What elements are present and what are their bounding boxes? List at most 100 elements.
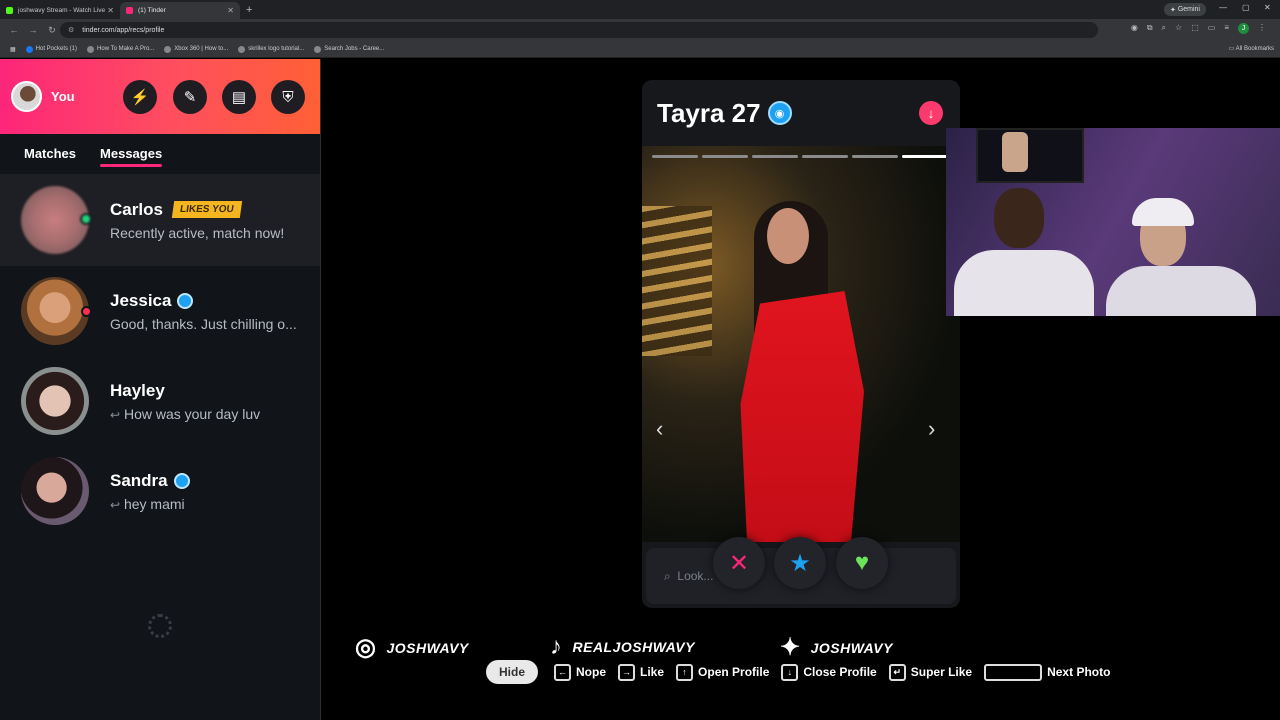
social-tiktok: ♪ REALJOSHWAVY — [550, 633, 695, 661]
tab-title: (1) Tinder — [138, 7, 166, 14]
globe-icon — [164, 45, 172, 53]
all-bookmarks-button[interactable]: ▭ All Bookmarks — [1229, 45, 1274, 52]
hotkey-open-profile: ↑ Open Profile — [676, 663, 769, 681]
new-tab-button[interactable]: + — [246, 4, 252, 16]
message-preview: ↩ How was your day luv — [110, 406, 260, 422]
all-bookmarks-label: All Bookmarks — [1235, 46, 1274, 52]
close-tab-icon[interactable]: ✕ — [227, 6, 234, 15]
menu-icon[interactable]: ⋮ — [1258, 23, 1266, 34]
address-bar-row: ← → ↻ ⚙ tinder.com/app/recs/profile — [0, 19, 1280, 41]
hotkey-next-photo: Next Photo — [984, 663, 1110, 681]
browser-tab-joshwavy[interactable]: joshwavy Stream - Watch Live o ✕ — [0, 2, 120, 19]
profile-photo[interactable]: ‹ › — [642, 146, 960, 542]
bookmark-item[interactable]: How To Make A Pro... — [87, 45, 154, 53]
conversation-item[interactable]: Sandra ↩ hey mami — [0, 446, 320, 536]
next-photo-icon[interactable]: › — [928, 416, 935, 442]
profile-card: Tayra 27 ◉ ↓ ‹ › ⌕ Look... — [642, 80, 960, 608]
window-close-icon[interactable]: ✕ — [1264, 3, 1271, 12]
enter-key-icon: ↵ — [888, 663, 906, 681]
bookmark-star-icon[interactable]: ☆ — [1175, 23, 1182, 34]
url-input[interactable]: ⚙ tinder.com/app/recs/profile — [60, 22, 1098, 38]
tab-messages[interactable]: Messages — [100, 146, 163, 167]
likes-you-badge: LIKES YOU — [171, 201, 242, 218]
down-arrow-key-icon: ↓ — [781, 663, 799, 681]
conversation-body: Sandra ↩ hey mami — [110, 471, 190, 512]
message-text: How was your day luv — [123, 405, 261, 422]
location-icon[interactable]: ◉ — [1131, 23, 1138, 34]
unread-indicator — [81, 306, 92, 317]
social-handle: JOSHWAVY — [386, 639, 469, 656]
bookmark-label: Xbox 360 | How to... — [174, 46, 229, 52]
my-avatar[interactable] — [11, 81, 42, 112]
close-profile-button[interactable]: ↓ — [919, 101, 943, 125]
my-profile-label[interactable]: You — [51, 89, 75, 104]
conversation-item[interactable]: Jessica Good, thanks. Just chilling o... — [0, 266, 320, 356]
previous-photo-icon[interactable]: ‹ — [656, 416, 663, 442]
forward-icon[interactable]: → — [28, 25, 38, 35]
bookmark-item[interactable]: Search Jobs - Caree... — [314, 45, 385, 53]
photo-progress-bars — [652, 155, 948, 158]
left-arrow-key-icon: ← — [554, 663, 572, 681]
instagram-icon: ◎ — [355, 634, 377, 661]
apps-icon[interactable]: ▦ — [10, 46, 16, 53]
hotkey-bar: Hide ← Nope → Like ↑ Open Profile ↓ Close Pr… — [486, 660, 1122, 684]
bookmark-item[interactable]: Xbox 360 | How to... — [164, 45, 229, 53]
profile-header: Tayra 27 ◉ ↓ — [642, 80, 960, 146]
facebook-icon — [25, 45, 33, 53]
person-head — [994, 188, 1044, 248]
zoom-icon[interactable]: ⌕ — [1162, 23, 1166, 34]
search-placeholder: Look... — [677, 569, 714, 583]
social-instagram: ◎ JOSHWAVY — [355, 633, 469, 662]
photo-verified-icon: ◉ — [767, 101, 792, 125]
twitter-icon: ✦ — [780, 634, 801, 661]
photo-indicator — [802, 155, 848, 158]
message-text: hey mami — [123, 495, 185, 512]
contact-name: Carlos — [110, 199, 163, 219]
boost-icon[interactable]: ⚡ — [123, 80, 157, 114]
minimize-icon[interactable]: — — [1219, 3, 1227, 12]
conversation-item[interactable]: Carlos LIKES YOU Recently active, match … — [0, 174, 320, 266]
like-button[interactable]: ♥ — [836, 537, 888, 589]
social-handle: JOSHWAVY — [810, 639, 893, 656]
super-like-button[interactable]: ★ — [774, 537, 826, 589]
profile-avatar[interactable]: J — [1238, 23, 1249, 34]
briefcase-icon[interactable]: ▤ — [222, 80, 256, 114]
shield-icon[interactable]: ⛨ — [271, 80, 305, 114]
person-body — [954, 250, 1094, 316]
globe-icon — [87, 45, 95, 53]
bookmark-label: Search Jobs - Caree... — [324, 46, 385, 52]
bookmark-item[interactable]: skrillex logo tutorial... — [238, 45, 304, 53]
sidebar-header: You ⚡ ✎ ▤ ⛨ — [0, 59, 320, 134]
message-preview: ↩ hey mami — [110, 496, 190, 512]
reply-icon: ↩ — [110, 407, 121, 422]
contact-name: Jessica — [110, 290, 172, 310]
tab-matches[interactable]: Matches — [24, 146, 76, 163]
hide-hotkeys-button[interactable]: Hide — [486, 660, 539, 684]
maximize-icon[interactable]: ▢ — [1242, 3, 1250, 12]
site-info-icon[interactable]: ⚙ — [68, 26, 74, 34]
gemini-button[interactable]: ✦ Gemini — [1164, 3, 1206, 16]
close-tab-icon[interactable]: ✕ — [107, 6, 114, 15]
cast-icon[interactable]: ≡ — [1224, 23, 1229, 34]
sidepanel-icon[interactable]: ▭ — [1208, 23, 1216, 34]
nope-button[interactable]: ✕ — [713, 537, 765, 589]
streamer-person-right — [1106, 198, 1256, 316]
avatar — [21, 367, 89, 435]
bookmark-item[interactable]: Hot Pockets (1) — [25, 45, 77, 53]
url-text: tinder.com/app/recs/profile — [82, 26, 165, 34]
back-icon[interactable]: ← — [9, 25, 19, 35]
streamer-webcam — [946, 128, 1280, 316]
tinder-sidebar: You ⚡ ✎ ▤ ⛨ Matches Messages Carlos LIKE… — [0, 59, 321, 720]
gemini-label: Gemini — [1177, 6, 1200, 13]
translate-icon[interactable]: ⧉ — [1147, 23, 1153, 34]
browser-tab-tinder[interactable]: (1) Tinder ✕ — [120, 2, 240, 19]
reload-icon[interactable]: ↻ — [47, 25, 57, 36]
sidebar-tabs: Matches Messages — [0, 134, 320, 174]
kick-icon — [6, 7, 13, 14]
extensions-icon[interactable]: ⬚ — [1191, 23, 1199, 34]
explore-icon[interactable]: ✎ — [173, 80, 207, 114]
conversation-item[interactable]: Hayley ↩ How was your day luv — [0, 356, 320, 446]
globe-icon — [314, 45, 322, 53]
photo-indicator — [902, 155, 948, 158]
bookmarks-bar: ▦ Hot Pockets (1) How To Make A Pro... X… — [0, 41, 1280, 58]
